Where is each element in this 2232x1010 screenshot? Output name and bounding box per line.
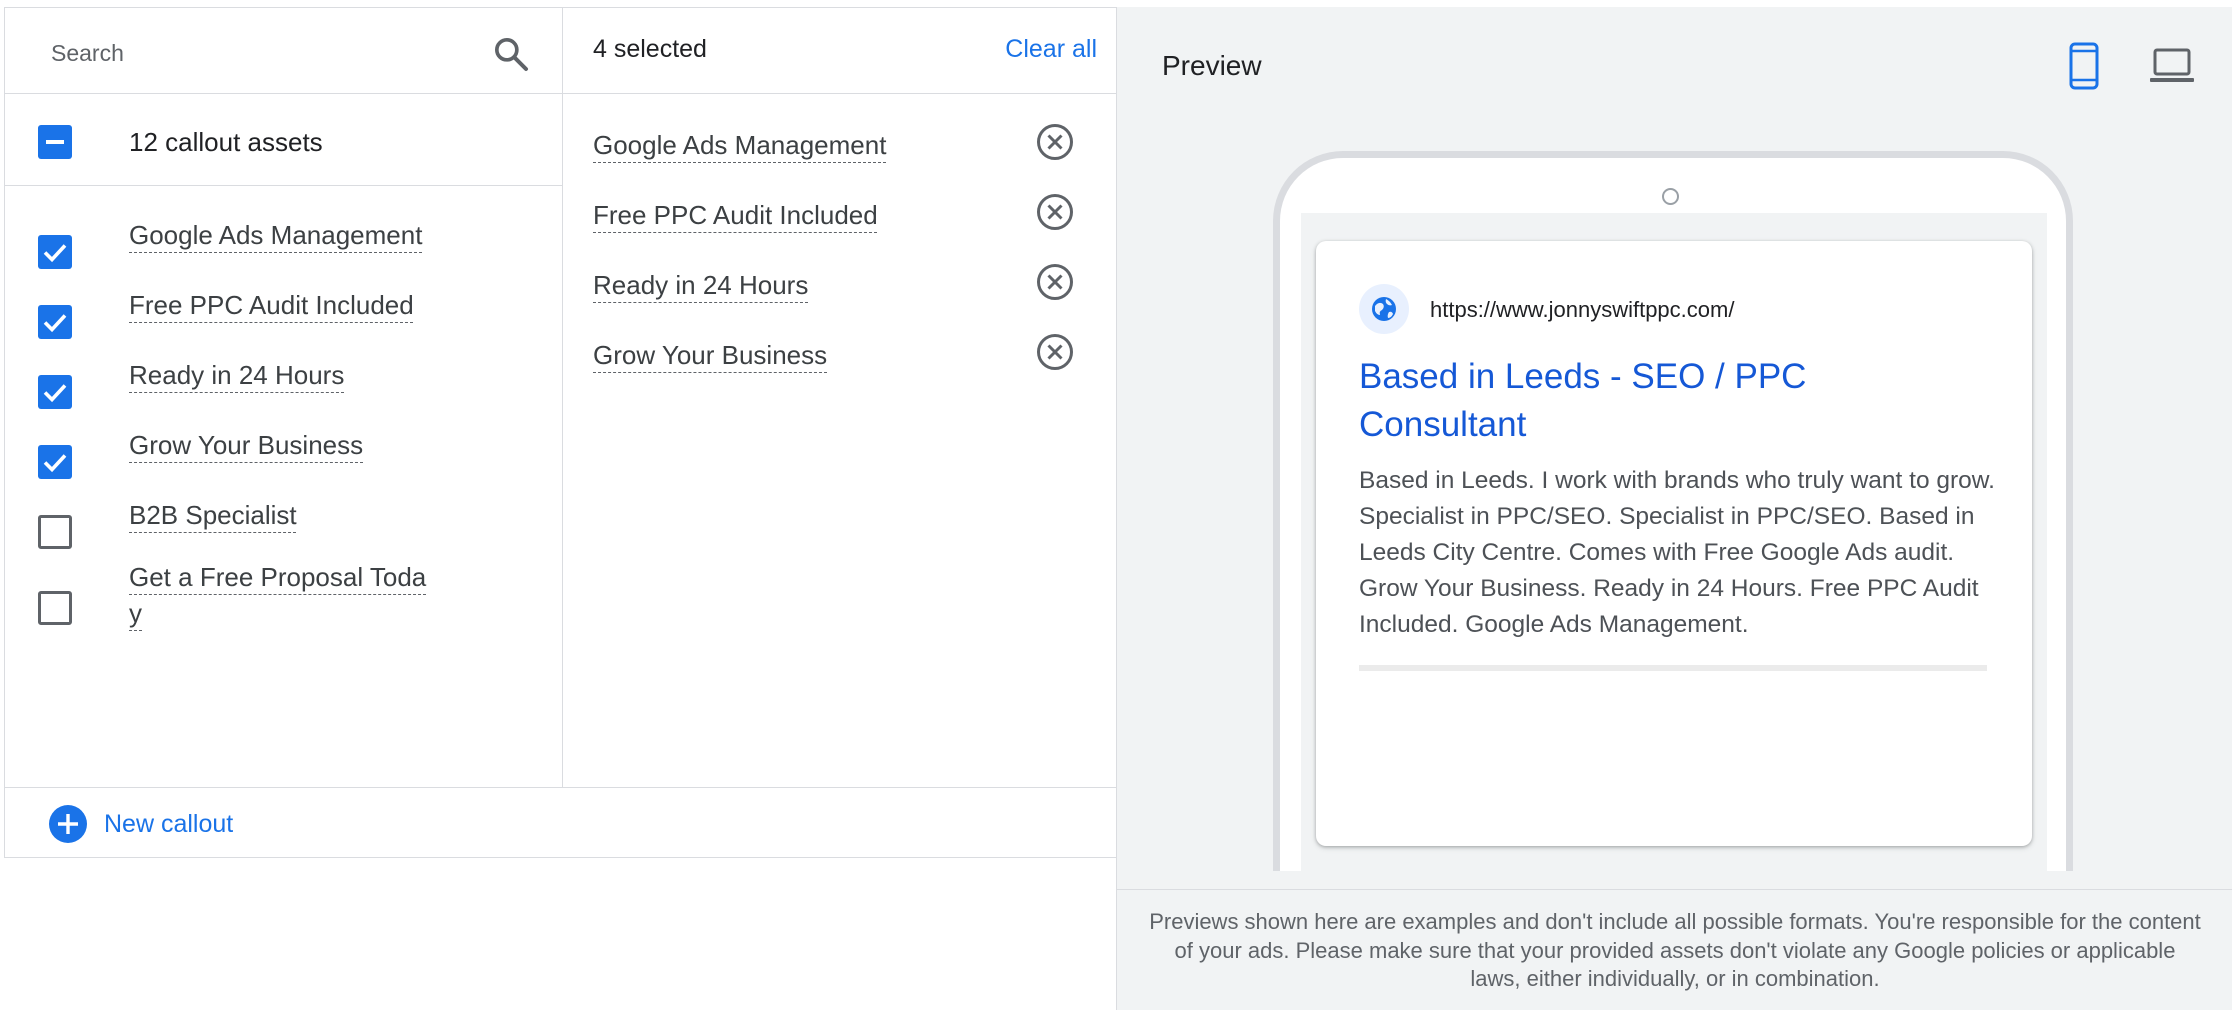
remove-circle-icon[interactable] (1035, 332, 1075, 372)
selected-header: 4 selected Clear all (563, 8, 1117, 94)
remove-circle-icon[interactable] (1035, 192, 1075, 232)
remove-circle-icon[interactable] (1035, 262, 1075, 302)
callout-label[interactable]: Get a Free Proposal Toda y (129, 559, 429, 631)
ad-headline[interactable]: Based in Leeds - SEO / PPC Consultant (1359, 353, 1879, 449)
selected-count: 4 selected (593, 35, 707, 63)
phone-frame: https://www.jonnyswiftppc.com/ Based in … (1273, 151, 2073, 871)
add-circle-icon (49, 805, 87, 843)
callout-label[interactable]: Google Ads Management (129, 217, 429, 253)
callout-checkbox[interactable] (38, 515, 72, 549)
callout-picker-panel: 12 callout assets Google Ads Management … (4, 7, 1117, 859)
remove-circle-icon[interactable] (1035, 122, 1075, 162)
disclaimer-area: Previews shown here are examples and don… (1117, 889, 2232, 1010)
callout-count-label: 12 callout assets (129, 127, 323, 157)
mobile-device-icon[interactable] (2064, 42, 2104, 90)
ad-divider (1359, 665, 1987, 671)
column-divider (562, 8, 563, 787)
panel-footer: New callout (5, 787, 1117, 859)
clear-all-button[interactable]: Clear all (1005, 35, 1097, 64)
selected-callout-label: Grow Your Business (593, 340, 828, 370)
ad-preview-card: https://www.jonnyswiftppc.com/ Based in … (1316, 241, 2032, 846)
preview-panel: Preview https://www.jonnyswiftppc.com/ B… (1116, 7, 2232, 1010)
globe-icon (1359, 284, 1409, 334)
selected-callout-label: Google Ads Management (593, 130, 887, 160)
select-all-checkbox[interactable] (38, 125, 72, 159)
callout-label[interactable]: Free PPC Audit Included (129, 287, 429, 323)
preview-title: Preview (1162, 50, 1262, 81)
preview-disclaimer: Previews shown here are examples and don… (1149, 909, 2201, 991)
callout-checkbox[interactable] (38, 305, 72, 339)
callout-label[interactable]: B2B Specialist (129, 497, 429, 533)
new-callout-label: New callout (104, 810, 234, 838)
selected-callout-label: Free PPC Audit Included (593, 200, 878, 230)
callout-label[interactable]: Ready in 24 Hours (129, 357, 429, 393)
ad-description: Based in Leeds. I work with brands who t… (1359, 467, 1995, 638)
ad-display-url: https://www.jonnyswiftppc.com/ (1430, 297, 1735, 322)
callout-checkbox[interactable] (38, 375, 72, 409)
callout-label[interactable]: Grow Your Business (129, 427, 429, 463)
search-icon[interactable] (491, 34, 531, 74)
selected-callout-label: Ready in 24 Hours (593, 270, 809, 300)
callout-checkbox[interactable] (38, 445, 72, 479)
callout-list: 12 callout assets Google Ads Management … (5, 94, 562, 787)
callout-checkbox[interactable] (38, 235, 72, 269)
callout-checkbox[interactable] (38, 591, 72, 625)
search-input[interactable] (49, 32, 473, 74)
phone-camera (1662, 188, 1679, 205)
select-all-row: 12 callout assets (5, 94, 562, 186)
search-box (5, 8, 562, 94)
laptop-device-icon[interactable] (2149, 47, 2195, 85)
phone-screen: https://www.jonnyswiftppc.com/ Based in … (1301, 213, 2047, 871)
